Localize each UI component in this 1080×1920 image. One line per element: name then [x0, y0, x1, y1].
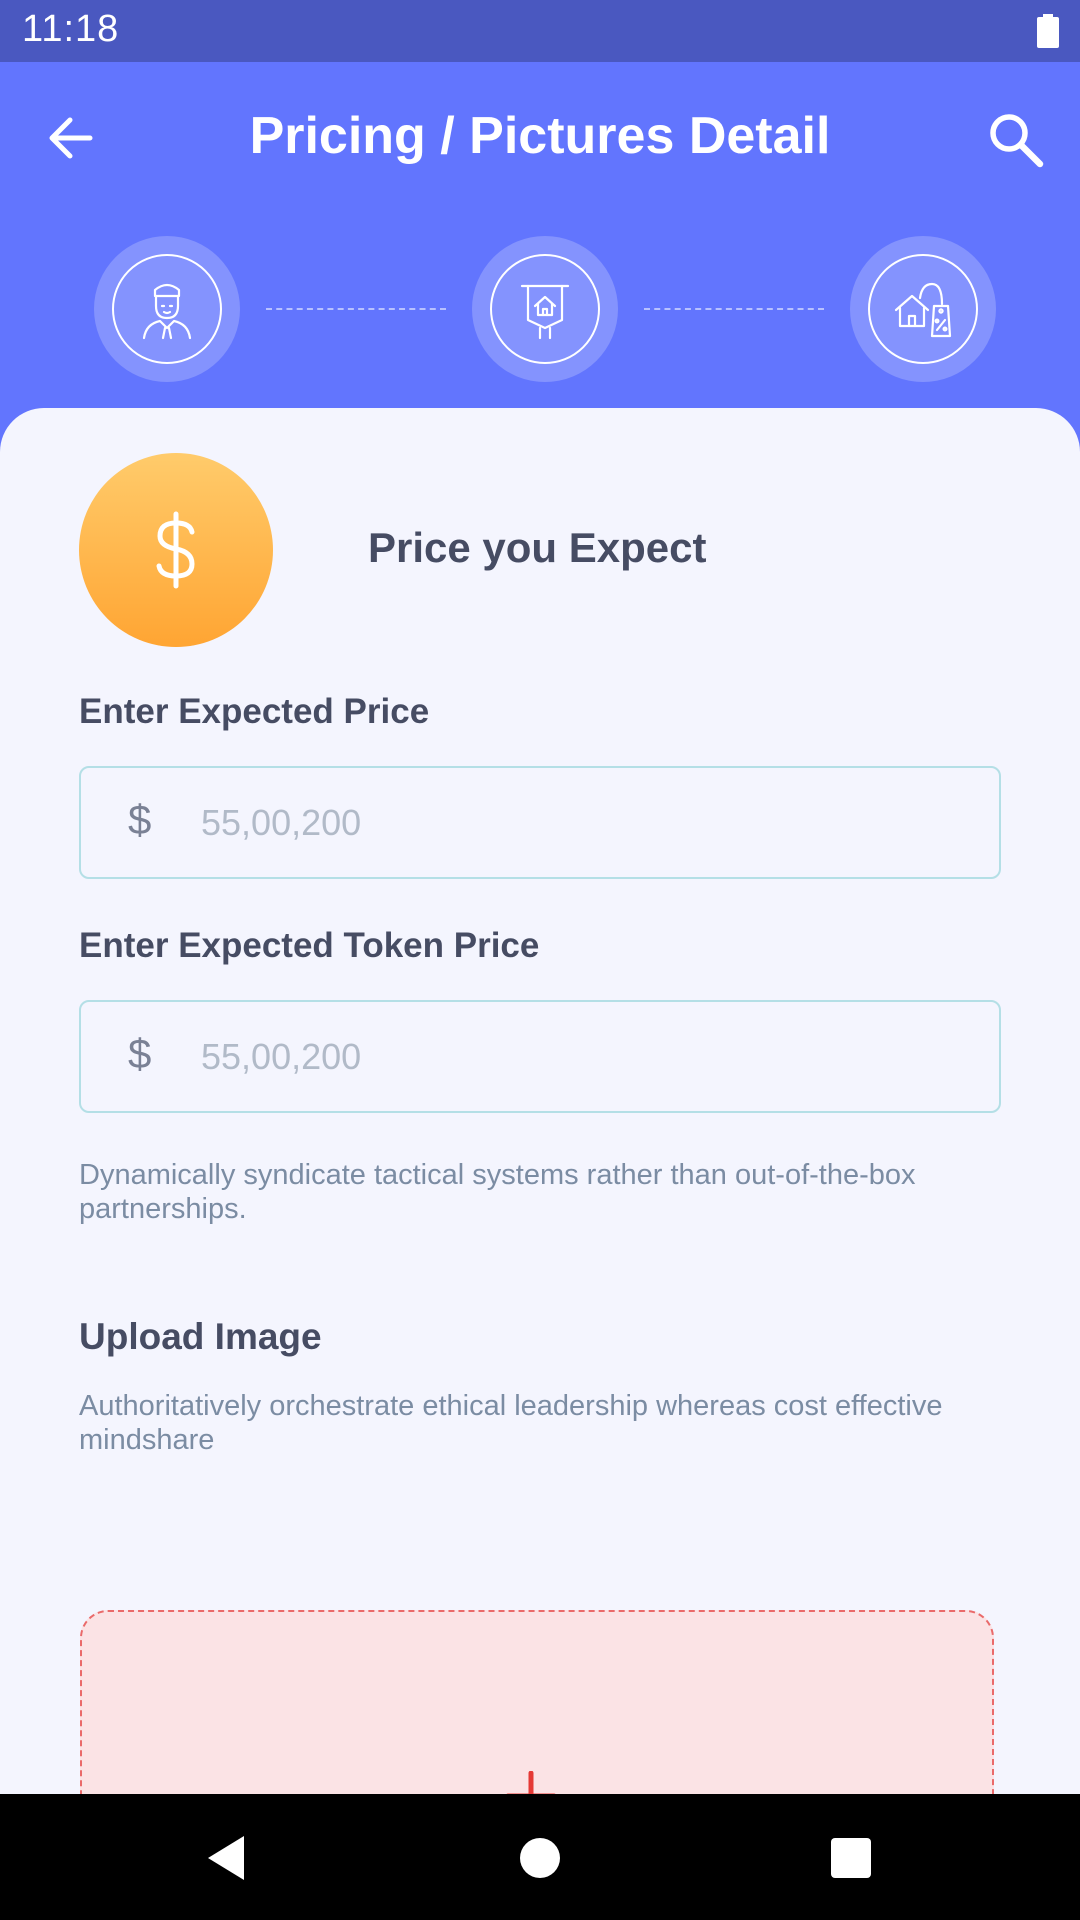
system-nav-bar — [0, 1794, 1080, 1920]
token-price-input[interactable] — [199, 1024, 963, 1090]
token-price-field[interactable]: $ — [79, 1000, 1001, 1113]
nav-home-icon[interactable] — [520, 1838, 560, 1878]
search-icon[interactable] — [984, 108, 1048, 172]
step-connector — [644, 308, 824, 310]
person-icon — [142, 283, 192, 340]
pricing-helper-text: Dynamically syndicate tactical systems r… — [79, 1159, 916, 1225]
house-tag-icon — [894, 282, 952, 338]
dollar-icon — [156, 511, 195, 589]
price-badge — [79, 453, 273, 647]
currency-symbol: $ — [128, 1030, 152, 1077]
expected-price-field[interactable]: $ — [79, 766, 1001, 879]
status-time: 11:18 — [22, 8, 120, 50]
expected-price-label: Enter Expected Price — [79, 692, 430, 731]
status-bar: 11:18 — [0, 0, 1080, 62]
step-connector — [266, 308, 446, 310]
upload-description: Authoritatively orchestrate ethical lead… — [79, 1390, 943, 1456]
page-title: Pricing / Pictures Detail — [249, 107, 831, 165]
expected-price-input[interactable] — [199, 790, 963, 856]
section-title: Price you Expect — [368, 524, 707, 571]
house-banner-icon — [520, 284, 570, 340]
currency-symbol: $ — [128, 796, 152, 843]
app-header: Pricing / Pictures Detail — [0, 62, 1080, 462]
token-price-label: Enter Expected Token Price — [79, 926, 540, 965]
step-pricing[interactable] — [850, 236, 996, 382]
step-property-details[interactable] — [472, 236, 618, 382]
upload-image-title: Upload Image — [79, 1316, 322, 1357]
step-owner-details[interactable] — [94, 236, 240, 382]
nav-recent-icon[interactable] — [831, 1838, 871, 1878]
battery-icon — [1037, 14, 1059, 48]
content-card: Price you Expect Enter Expected Price $ … — [0, 408, 1080, 1830]
nav-back-icon[interactable] — [204, 1834, 248, 1882]
